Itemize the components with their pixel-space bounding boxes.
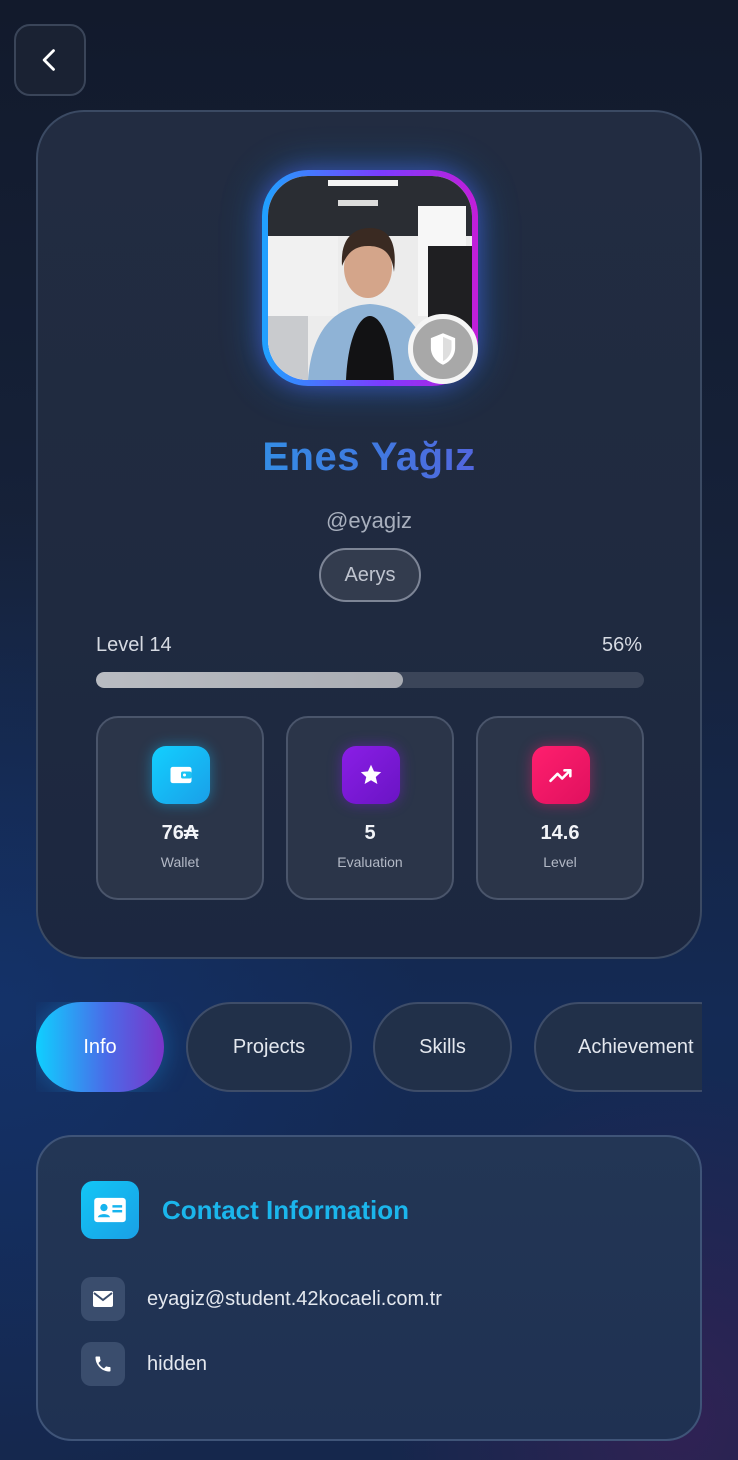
shield-icon: [430, 333, 456, 365]
wallet-icon: [152, 746, 210, 804]
stat-level[interactable]: 14.6 Level: [476, 716, 644, 900]
chevron-left-icon: [42, 49, 55, 71]
trending-up-icon: [532, 746, 590, 804]
tab-info[interactable]: Info: [36, 1002, 164, 1092]
profile-name: Enes Yağız: [38, 435, 700, 480]
level-progress-fill: [96, 672, 403, 688]
tab-projects[interactable]: Projects: [186, 1002, 352, 1092]
back-button[interactable]: [14, 24, 86, 96]
profile-username: @eyagiz: [326, 508, 412, 533]
contact-phone: hidden: [147, 1353, 208, 1375]
phone-icon: [81, 1342, 125, 1386]
profile-card: Enes Yağız @eyagiz Aerys Level 14 56% 76…: [36, 110, 702, 959]
level-percent: 56%: [601, 634, 642, 656]
contact-email[interactable]: eyagiz@student.42kocaeli.com.tr: [147, 1288, 442, 1311]
stat-value: 14.6: [540, 822, 580, 844]
mail-icon: [81, 1277, 125, 1321]
level-progress-bar: [96, 672, 644, 688]
campus-badge: Aerys: [319, 548, 421, 602]
stat-evaluation[interactable]: 5 Evaluation: [286, 716, 454, 900]
tab-achievement[interactable]: Achievement: [534, 1002, 702, 1092]
verified-badge: [408, 314, 478, 384]
stat-value: 5: [364, 822, 376, 844]
stat-label: Wallet: [160, 854, 200, 870]
contact-title: Contact Information: [162, 1195, 409, 1225]
stat-value: 76₳: [161, 822, 199, 844]
stat-wallet[interactable]: 76₳ Wallet: [96, 716, 264, 900]
level-label: Level 14: [96, 634, 172, 656]
star-icon: [342, 746, 400, 804]
contact-card-icon: [81, 1181, 139, 1239]
tab-skills[interactable]: Skills: [373, 1002, 512, 1092]
stat-label: Evaluation: [337, 854, 403, 870]
contact-card: Contact Information eyagiz@student.42koc…: [36, 1135, 702, 1441]
stat-label: Level: [543, 854, 577, 870]
tab-bar: Info Projects Skills Achievement: [36, 1002, 702, 1092]
